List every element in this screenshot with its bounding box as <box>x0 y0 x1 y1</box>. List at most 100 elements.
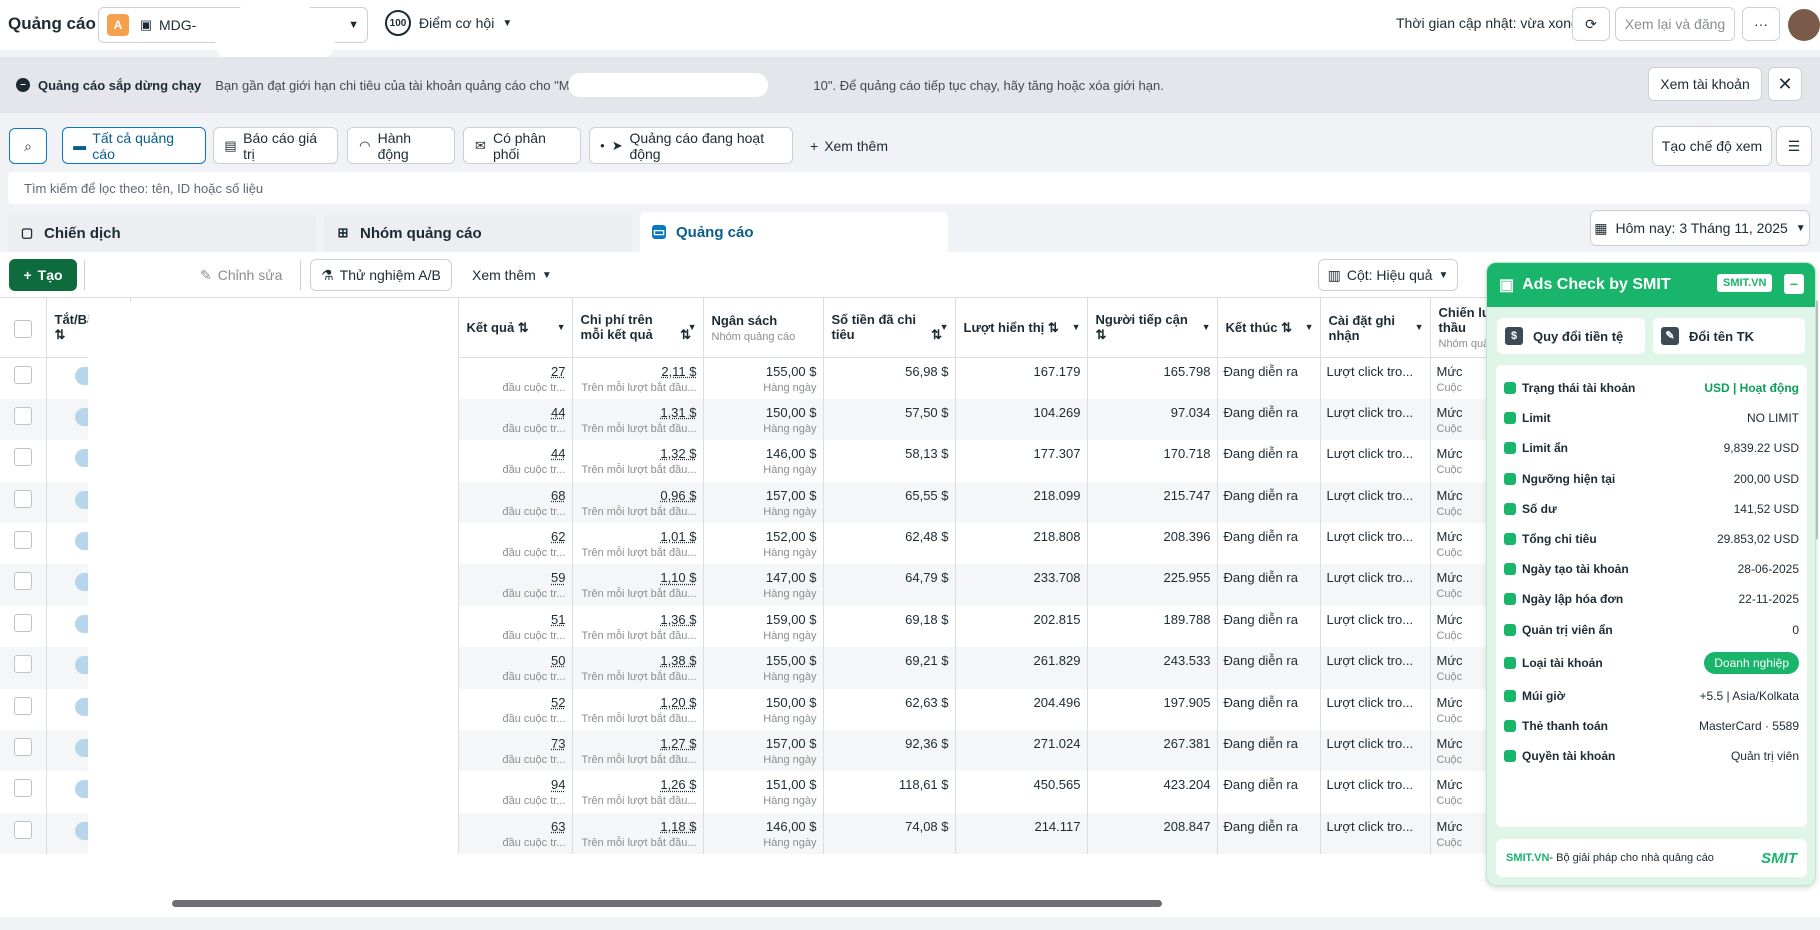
cpr-cell[interactable]: 1,27 $ Trên mỗi lượt bắt đầu... <box>572 730 704 772</box>
date-picker[interactable]: ▦ Hôm nay: 3 Tháng 11, 2025 ▼ <box>1590 210 1810 246</box>
cpr-cell[interactable]: 1,31 $ Trên mỗi lượt bắt đầu... <box>572 398 704 441</box>
results-cell[interactable]: 68 đầu cuộc tr... <box>458 481 573 524</box>
opportunity-score[interactable]: 100 Điểm cơ hội ▼ <box>385 10 512 36</box>
row-checkbox-cell <box>0 812 47 855</box>
cpr-cell[interactable]: 1,20 $ Trên mỗi lượt bắt đầu... <box>572 688 704 731</box>
budget-cell[interactable]: 146,00 $ Hàng ngày <box>703 440 824 482</box>
filter-label: Hành động <box>377 129 412 162</box>
search-input[interactable]: Tìm kiếm để lọc theo: tên, ID hoặc số li… <box>8 172 1810 204</box>
budget-cell[interactable]: 146,00 $ Hàng ngày <box>703 812 824 855</box>
results-cell[interactable]: 44 đầu cuộc tr... <box>458 398 573 441</box>
search-button[interactable]: ⌕ <box>9 128 47 164</box>
rename-account-button[interactable]: ✎ Đổi tên TK <box>1653 318 1805 354</box>
cpr-cell[interactable]: 0,96 $ Trên mỗi lượt bắt đầu... <box>572 481 704 524</box>
results-cell[interactable]: 59 đầu cuộc tr... <box>458 564 573 606</box>
review-publish-button[interactable]: Xem lại và đăng <box>1615 7 1735 41</box>
info-icon <box>1504 533 1516 545</box>
row-checkbox[interactable] <box>13 613 32 632</box>
end-header[interactable]: Kết thúc ⇅ ▼ <box>1217 297 1321 358</box>
info-value: NO LIMIT <box>1746 411 1799 426</box>
filter-actions[interactable]: ◠ Hành động <box>347 127 455 164</box>
plus-icon: + <box>810 138 819 154</box>
tab-campaigns[interactable]: ▢ Chiến dịch <box>8 214 316 252</box>
filter-label: Quảng cáo đang hoạt động <box>629 129 765 162</box>
results-cell[interactable]: 51 đầu cuộc tr... <box>458 605 573 648</box>
sliders-icon[interactable]: ☰ <box>1776 126 1812 166</box>
budget-cell[interactable]: 150,00 $ Hàng ngày <box>703 688 824 731</box>
impressions-cell: 177.307 <box>955 440 1088 482</box>
panel-badge[interactable]: SMIT.VN <box>1717 274 1773 292</box>
currency-convert-button[interactable]: $ Quy đổi tiền tệ <box>1497 318 1645 354</box>
sort-icon: ⇅ <box>1095 327 1107 342</box>
tab-ads[interactable]: ▭ Quảng cáo <box>640 212 948 252</box>
results-cell[interactable]: 44 đầu cuộc tr... <box>458 440 573 482</box>
refresh-button[interactable]: ⟳ <box>1572 7 1610 41</box>
row-checkbox[interactable] <box>13 572 32 591</box>
cpr-cell[interactable]: 1,18 $ Trên mỗi lượt bắt đầu... <box>572 812 704 855</box>
cpr-cell[interactable]: 1,32 $ Trên mỗi lượt bắt đầu... <box>572 440 704 482</box>
view-account-button[interactable]: Xem tài khoản <box>1648 67 1762 101</box>
results-cell[interactable]: 52 đầu cuộc tr... <box>458 688 573 731</box>
filter-delivering[interactable]: ✉ Có phân phối <box>463 127 581 164</box>
row-checkbox[interactable] <box>13 489 32 508</box>
results-cell[interactable]: 63 đầu cuộc tr... <box>458 812 573 855</box>
filter-value-report[interactable]: ▤ Báo cáo giá trị <box>213 127 338 164</box>
close-icon[interactable]: ✕ <box>1768 67 1802 101</box>
spent-cell: 92,36 $ <box>823 730 956 772</box>
budget-cell[interactable]: 155,00 $ Hàng ngày <box>703 647 824 689</box>
create-view-button[interactable]: Tạo chế độ xem <box>1652 126 1772 166</box>
budget-cell[interactable]: 151,00 $ Hàng ngày <box>703 771 824 813</box>
budget-cell[interactable]: 157,00 $ Hàng ngày <box>703 481 824 524</box>
impressions-header[interactable]: Lượt hiển thị ⇅ ▼ <box>955 297 1088 358</box>
row-checkbox[interactable] <box>13 448 32 467</box>
avatar[interactable] <box>1788 9 1820 41</box>
budget-cell[interactable]: 152,00 $ Hàng ngày <box>703 523 824 565</box>
budget-cell[interactable]: 155,00 $ Hàng ngày <box>703 357 824 399</box>
results-cell[interactable]: 50 đầu cuộc tr... <box>458 647 573 689</box>
filter-active-ads[interactable]: ● ➤ Quảng cáo đang hoạt động <box>589 127 793 164</box>
budget-cell[interactable]: 157,00 $ Hàng ngày <box>703 730 824 772</box>
filter-all-ads[interactable]: ▬ Tất cả quảng cáo <box>62 127 206 164</box>
minimize-icon[interactable]: – <box>1784 274 1804 294</box>
results-cell[interactable]: 73 đầu cuộc tr... <box>458 730 573 772</box>
row-checkbox[interactable] <box>13 738 32 757</box>
cpr-cell[interactable]: 1,36 $ Trên mỗi lượt bắt đầu... <box>572 605 704 648</box>
results-cell[interactable]: 94 đầu cuộc tr... <box>458 771 573 813</box>
row-checkbox[interactable] <box>13 820 32 839</box>
cpr-cell[interactable]: 1,01 $ Trên mỗi lượt bắt đầu... <box>572 523 704 565</box>
filter-more-button[interactable]: + Xem thêm <box>810 130 888 162</box>
row-checkbox[interactable] <box>13 655 32 674</box>
budget-cell[interactable]: 159,00 $ Hàng ngày <box>703 605 824 648</box>
cpr-header[interactable]: Chi phí trên mỗi kết quả ⇅ ▼ <box>572 297 704 358</box>
budget-cell[interactable]: 147,00 $ Hàng ngày <box>703 564 824 606</box>
ab-test-button[interactable]: ⚗ Thử nghiệm A/B <box>310 259 452 291</box>
attribution-header[interactable]: Cài đặt ghi nhận ▼ <box>1320 297 1431 358</box>
more-button[interactable]: ··· <box>1742 7 1780 41</box>
edit-button[interactable]: ✎ Chỉnh sửa <box>200 259 282 291</box>
results-header[interactable]: Kết quả ⇅ ▼ <box>458 297 573 358</box>
columns-button[interactable]: ▥ Cột: Hiệu quả ▼ <box>1318 259 1458 291</box>
score-ring: 100 <box>385 10 411 36</box>
row-checkbox[interactable] <box>13 531 32 550</box>
cpr-cell[interactable]: 1,26 $ Trên mỗi lượt bắt đầu... <box>572 771 704 813</box>
spent-header[interactable]: Số tiền đã chi tiêu ⇅ ▼ <box>823 297 956 358</box>
select-all-checkbox[interactable] <box>13 319 32 338</box>
row-checkbox[interactable] <box>13 406 32 425</box>
results-cell[interactable]: 62 đầu cuộc tr... <box>458 523 573 565</box>
spent-cell: 56,98 $ <box>823 357 956 399</box>
results-cell[interactable]: 27 đầu cuộc tr... <box>458 357 573 399</box>
tab-adsets[interactable]: ⊞ Nhóm quảng cáo <box>324 214 632 252</box>
cpr-cell[interactable]: 1,38 $ Trên mỗi lượt bắt đầu... <box>572 647 704 689</box>
row-checkbox[interactable] <box>13 779 32 798</box>
currency-icon: $ <box>1505 327 1523 345</box>
horizontal-scrollbar[interactable] <box>172 900 1162 907</box>
reach-header[interactable]: Người tiếp cận ⇅ ▼ <box>1087 297 1218 358</box>
cpr-cell[interactable]: 1,10 $ Trên mỗi lượt bắt đầu... <box>572 564 704 606</box>
cpr-cell[interactable]: 2,11 $ Trên mỗi lượt bắt đầu... <box>572 357 704 399</box>
create-button[interactable]: + Tạo <box>9 259 77 291</box>
row-checkbox[interactable] <box>13 366 32 384</box>
toolbar-more-button[interactable]: Xem thêm ▼ <box>472 259 552 291</box>
row-checkbox[interactable] <box>13 696 32 715</box>
budget-header[interactable]: Ngân sách Nhóm quảng cáo <box>703 297 824 358</box>
budget-cell[interactable]: 150,00 $ Hàng ngày <box>703 398 824 441</box>
